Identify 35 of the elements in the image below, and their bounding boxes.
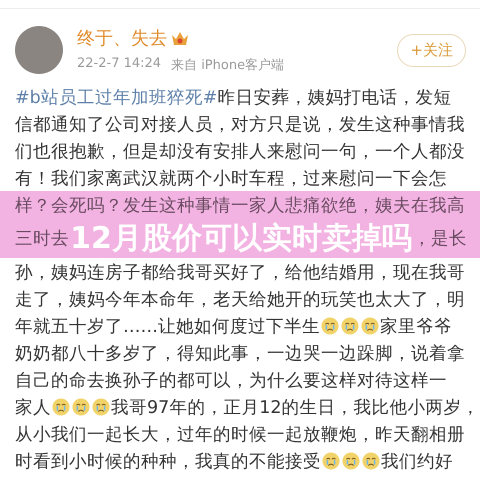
post-text: 从小我们一起长大，过年的时候一起放鞭炮，昨天翻相册 (15, 424, 465, 446)
post-time: 22-2-7 14:24 (77, 56, 162, 73)
post-text: 走了，姨妈今年本命年，老天给她开的玩笑也太大了，明 (15, 288, 465, 310)
crying-face-icon (341, 316, 359, 334)
crying-face-icon (92, 398, 110, 416)
post-text: 三时去 (15, 228, 69, 250)
crying-face-icon (361, 316, 379, 334)
banner-title: 12月股价可以实时卖掉吗 (69, 220, 413, 258)
crying-face-icon (322, 452, 340, 470)
post-text: 家里爷爷 (380, 316, 452, 338)
post-text: 有！我们家离武汉就两个小时车程，过来慰问一下会怎 (15, 168, 447, 190)
post-text: 我们约好 (381, 450, 453, 472)
follow-button[interactable]: +关注 (397, 34, 466, 66)
crying-face-icon (362, 452, 380, 470)
crying-face-icon (72, 398, 90, 416)
post-text: 昨日安葬，姨妈打电话，发短 (217, 86, 452, 108)
author-name[interactable]: 终于、失去 (77, 26, 167, 50)
post-text: 孙，姨妈连房子都给我哥买好了，给他结婚用，现在我哥 (15, 262, 465, 284)
post-text: 信都通知了公司对接人员，对方只是说，发生这种事情我 (15, 114, 465, 136)
crown-icon (171, 30, 189, 46)
post-text: 年就五十岁了……让她如何度过下半生 (15, 316, 320, 338)
post-text: 们也很抱歉，但是却没有安排人来慰问一句，一个人都没 (15, 140, 465, 162)
post-text: 时看到小时候的种种，我真的不能接受 (15, 450, 321, 472)
crying-face-icon (52, 398, 70, 416)
post-text: ，是长 (413, 228, 467, 250)
post-text: 家人 (15, 396, 51, 418)
post-text: 自己的命去换孙子的都可以，为什么要这样对待这样一 (15, 370, 447, 392)
post-text: 奶奶都八十多岁了，得知此事，一边哭一边跺脚，说着拿 (15, 342, 465, 364)
post-text: 样？会死吗？发生这种事情一家人悲痛欲绝，姨夫在我高 (15, 194, 465, 216)
post-text: 我哥97年的，正月12的生日，我比他小两岁， (111, 396, 480, 418)
crying-face-icon (342, 452, 360, 470)
crying-face-icon (321, 316, 339, 334)
avatar-photo-placeholder[interactable] (15, 26, 63, 74)
hashtag-link[interactable]: #b站员工过年加班猝死# (15, 84, 218, 108)
post-source: 来自 iPhone客户端 (171, 57, 284, 74)
